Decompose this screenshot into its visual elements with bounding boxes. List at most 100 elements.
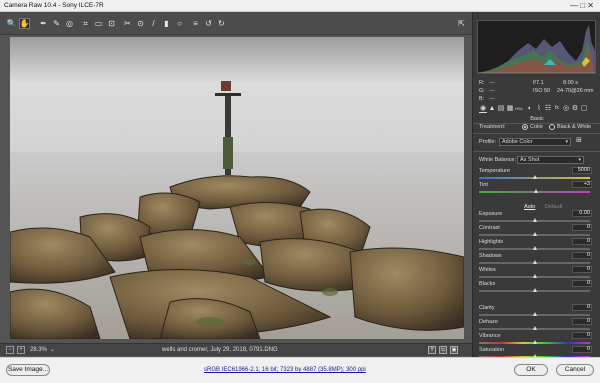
window-controls[interactable]: — □ ✕ bbox=[570, 1, 594, 10]
chevron-down-icon: ▾ bbox=[578, 157, 581, 163]
panel-tabs: ◉ ▲ ▤ ▦ HSL ◐ ⌇ ☷ fx ◎ ⚙ ▢ bbox=[477, 104, 596, 114]
snapshots-tab-icon[interactable]: ▢ bbox=[580, 104, 588, 113]
slider-thumb[interactable] bbox=[532, 312, 537, 316]
slider-value-input[interactable]: 0 bbox=[572, 280, 592, 287]
slider-thumb[interactable] bbox=[532, 288, 537, 292]
white-balance-tool-icon[interactable]: ✒ bbox=[38, 18, 49, 29]
profile-value: Adobe Color bbox=[502, 139, 533, 145]
slider-value-input[interactable]: 0 bbox=[572, 224, 592, 231]
hsl-tab-icon[interactable]: ▦ bbox=[506, 104, 514, 113]
split-toning-tab-icon[interactable]: ◐ bbox=[526, 104, 534, 113]
slider-contrast[interactable]: Contrast 0 bbox=[479, 224, 596, 239]
basic-tab-icon[interactable]: ◉ bbox=[479, 104, 487, 113]
slider-value-input[interactable]: 0 bbox=[572, 318, 592, 325]
histogram bbox=[477, 20, 596, 74]
zoom-out-button[interactable]: − bbox=[6, 346, 14, 354]
slider-thumb[interactable] bbox=[532, 232, 537, 236]
window-title: Camera Raw 10.4 - Sony ILCE-7R bbox=[4, 2, 104, 9]
slider-value-input[interactable]: 0 bbox=[572, 252, 592, 259]
slider-thumb[interactable] bbox=[532, 175, 537, 179]
slider-exposure[interactable]: Exposure 0.00 bbox=[479, 210, 596, 225]
profile-browser-icon[interactable]: ⊞ bbox=[576, 137, 584, 145]
slider-value-input[interactable]: 0 bbox=[572, 346, 592, 353]
slider-value-input[interactable]: 0 bbox=[572, 332, 592, 339]
rotate-left-icon[interactable]: ↺ bbox=[203, 18, 214, 29]
zoom-in-button[interactable]: + bbox=[17, 346, 25, 354]
treatment-color-radio[interactable] bbox=[522, 124, 528, 130]
slider-vibrance[interactable]: Vibrance 0 bbox=[479, 332, 596, 347]
photo-preview[interactable] bbox=[10, 37, 464, 339]
r-label: R: bbox=[479, 80, 485, 86]
camera-calibration-tab-icon[interactable]: ◎ bbox=[562, 104, 570, 113]
preferences-icon[interactable]: ≡ bbox=[190, 18, 201, 29]
detail-tab-icon[interactable]: ▤ bbox=[497, 104, 505, 113]
zoom-level[interactable]: 28.3% bbox=[30, 347, 47, 353]
slider-highlights[interactable]: Highlights 0 bbox=[479, 238, 596, 253]
lens-corrections-tab-icon[interactable]: ⌇ bbox=[535, 104, 543, 113]
default-button[interactable]: Default bbox=[545, 204, 562, 210]
treatment-bw-radio[interactable] bbox=[549, 124, 555, 130]
fullscreen-toggle-icon[interactable]: ⇱ bbox=[456, 18, 467, 29]
white-balance-select[interactable]: As Shot ▾ bbox=[517, 156, 584, 164]
adjustment-brush-icon[interactable]: / bbox=[148, 18, 159, 29]
slider-thumb[interactable] bbox=[532, 218, 537, 222]
auto-button[interactable]: Auto bbox=[524, 204, 535, 210]
before-after-toggle-button[interactable]: Y bbox=[428, 346, 436, 354]
ok-button[interactable]: OK bbox=[514, 364, 548, 376]
slider-tint[interactable]: Tint +3 bbox=[479, 181, 596, 196]
zoom-tool-icon[interactable]: 🔍 bbox=[6, 18, 17, 29]
effects-tab-icon[interactable]: fx bbox=[553, 104, 561, 113]
tone-curve-tab-icon[interactable]: ▲ bbox=[488, 104, 496, 113]
graduated-filter-icon[interactable]: ▮ bbox=[161, 18, 172, 29]
slider-value-input[interactable]: 0 bbox=[572, 266, 592, 273]
spot-removal-tool-icon[interactable]: ✂ bbox=[122, 18, 133, 29]
slider-value-input[interactable]: 0 bbox=[572, 238, 592, 245]
shutter-value: 8.00 s bbox=[563, 80, 578, 86]
hsl-text-icon[interactable]: HSL bbox=[515, 104, 523, 113]
slider-value-input[interactable]: 0 bbox=[572, 304, 592, 311]
profile-label: Profile: bbox=[479, 139, 497, 145]
workflow-options-link[interactable]: sRGB IEC61966-2.1; 16 bit; 7323 by 4887 … bbox=[204, 367, 366, 373]
slider-clarity[interactable]: Clarity 0 bbox=[479, 304, 596, 319]
slider-shadows[interactable]: Shadows 0 bbox=[479, 252, 596, 267]
transform-tool-icon[interactable]: ⊡ bbox=[106, 18, 117, 29]
slider-thumb[interactable] bbox=[532, 326, 537, 330]
hand-tool-icon[interactable]: ✋ bbox=[19, 18, 30, 29]
viewer-status-bar: − + 28.3% ⌄ wells and cromer, July 29, 2… bbox=[0, 343, 472, 356]
slider-whites[interactable]: Whites 0 bbox=[479, 266, 596, 281]
chevron-down-icon[interactable]: ⌄ bbox=[50, 346, 55, 353]
slider-thumb[interactable] bbox=[532, 246, 537, 250]
straighten-tool-icon[interactable]: ▭ bbox=[93, 18, 104, 29]
slider-label: Dehaze bbox=[479, 319, 498, 325]
b-value: --- bbox=[489, 96, 495, 102]
targeted-adjustment-tool-icon[interactable]: ◎ bbox=[64, 18, 75, 29]
slider-value-input[interactable]: 5000 bbox=[572, 167, 592, 174]
title-bar: Camera Raw 10.4 - Sony ILCE-7R — □ ✕ bbox=[0, 0, 600, 12]
profile-select[interactable]: Adobe Color ▾ bbox=[499, 138, 571, 146]
crop-tool-icon[interactable]: ⌗ bbox=[80, 18, 91, 29]
slider-label: Saturation bbox=[479, 347, 505, 353]
slider-thumb[interactable] bbox=[532, 274, 537, 278]
slider-dehaze[interactable]: Dehaze 0 bbox=[479, 318, 596, 333]
presets-tab-icon[interactable]: ⚙ bbox=[571, 104, 579, 113]
slider-value-input[interactable]: 0.00 bbox=[572, 210, 592, 217]
preview-preferences-button[interactable]: ▣ bbox=[450, 346, 458, 354]
swap-settings-button[interactable]: ⇆ bbox=[439, 346, 447, 354]
treatment-color-label: Color bbox=[530, 124, 544, 130]
slider-blacks[interactable]: Blacks 0 bbox=[479, 280, 596, 295]
slider-thumb[interactable] bbox=[533, 189, 538, 193]
slider-thumb[interactable] bbox=[532, 340, 537, 344]
transform-tab-icon[interactable]: ☷ bbox=[544, 104, 552, 113]
color-sampler-tool-icon[interactable]: ✎ bbox=[51, 18, 62, 29]
slider-label: Highlights bbox=[479, 239, 504, 245]
slider-label: Clarity bbox=[479, 305, 495, 311]
slider-temperature[interactable]: Temperature 5000 bbox=[479, 167, 596, 182]
slider-label: Blacks bbox=[479, 281, 496, 287]
slider-thumb[interactable] bbox=[532, 260, 537, 264]
radial-filter-icon[interactable]: ○ bbox=[174, 18, 185, 29]
red-eye-tool-icon[interactable]: ⊙ bbox=[135, 18, 146, 29]
save-image-button[interactable]: Save Image... bbox=[6, 364, 50, 376]
rotate-right-icon[interactable]: ↻ bbox=[216, 18, 227, 29]
cancel-button[interactable]: Cancel bbox=[556, 364, 594, 376]
slider-value-input[interactable]: +3 bbox=[572, 181, 592, 188]
